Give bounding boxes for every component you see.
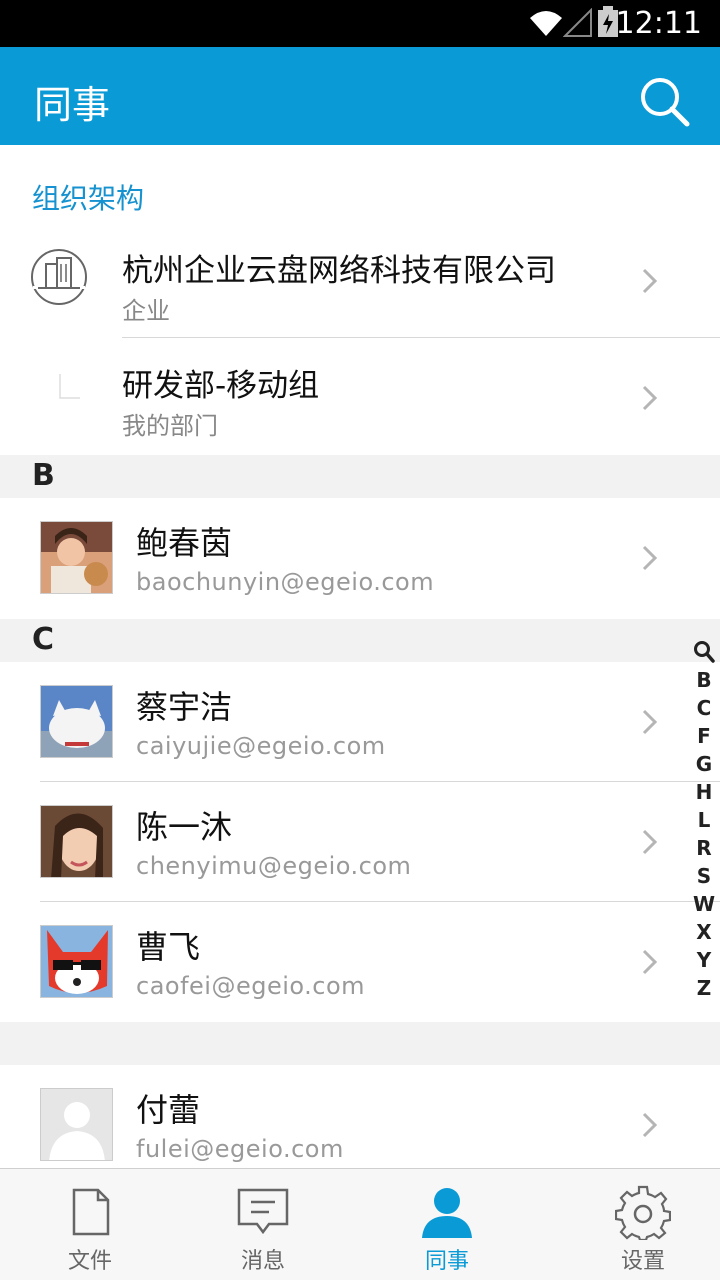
contact-row[interactable]: 蔡宇洁 caiyujie@egeio.com [0,662,720,782]
chevron-right-icon [642,1112,658,1138]
avatar [40,521,113,594]
org-item-company[interactable]: 杭州企业云盘网络科技有限公司 企业 [0,223,720,340]
person-icon [422,1188,472,1238]
contact-email: baochunyin@egeio.com [136,568,435,596]
gear-icon [615,1185,671,1240]
index-letter[interactable]: X [692,918,716,946]
avatar [40,805,113,878]
section-header-f [0,1022,720,1065]
contact-row[interactable]: 陈一沐 chenyimu@egeio.com [0,782,720,902]
chevron-right-icon [642,829,658,855]
chevron-right-icon [642,545,658,571]
chevron-right-icon [642,268,658,294]
wifi-icon [530,11,562,36]
tab-label: 设置 [620,1249,665,1274]
avatar [40,1088,113,1161]
tab-label: 同事 [424,1249,469,1274]
index-letter[interactable]: C [692,694,716,722]
section-header-c: C [0,619,720,662]
section-letter: B [32,458,55,493]
index-search-icon[interactable] [693,640,715,664]
index-letter[interactable]: G [692,750,716,778]
tab-colleagues[interactable]: 同事 [357,1169,537,1280]
index-letter[interactable]: H [692,778,716,806]
bottom-tab-bar: 文件 消息 同事 设置 [0,1168,720,1280]
avatar [40,685,113,758]
contact-row[interactable]: 付蕾 fulei@egeio.com [0,1065,720,1168]
index-letter[interactable]: W [692,890,716,918]
contact-name: 陈一沐 [136,808,233,846]
org-section-title: 组织架构 [32,182,145,215]
contact-name: 蔡宇洁 [136,688,233,726]
section-header-b: B [0,455,720,498]
contact-email: fulei@egeio.com [136,1135,344,1163]
message-icon [237,1188,289,1235]
index-letter[interactable]: F [692,722,716,750]
contact-name: 付蕾 [136,1091,201,1129]
index-letter[interactable]: B [692,666,716,694]
index-letter[interactable]: Z [692,974,716,1002]
org-item-department[interactable]: 研发部-移动组 我的部门 [0,338,720,455]
contact-row[interactable]: 曹飞 caofei@egeio.com [0,902,720,1022]
index-letter[interactable]: L [692,806,716,834]
clock: 12:11 [615,6,702,41]
contact-name: 曹飞 [136,928,201,966]
contact-row[interactable]: 鲍春茵 baochunyin@egeio.com [0,498,720,618]
building-icon [31,249,87,305]
contact-email: caofei@egeio.com [136,972,366,1000]
contact-email: chenyimu@egeio.com [136,852,412,880]
index-letter[interactable]: R [692,834,716,862]
signal-icon [563,8,592,37]
contact-name: 鲍春茵 [136,524,233,562]
page-title: 同事 [34,83,111,127]
tab-messages[interactable]: 消息 [173,1169,353,1280]
tab-files[interactable]: 文件 [0,1169,180,1280]
status-bar: 12:11 [0,0,720,47]
app-bar: 同事 [0,47,720,145]
tab-settings[interactable]: 设置 [553,1169,720,1280]
contacts-list[interactable]: 组织架构 杭州企业云盘网络科技有限公司 企业 研发部-移动组 我的部门 B 鲍春… [0,145,720,1168]
chevron-right-icon [642,709,658,735]
file-icon [72,1188,110,1236]
tab-label: 文件 [67,1249,112,1274]
org-item-subtitle: 企业 [122,297,170,325]
chevron-right-icon [642,949,658,975]
department-icon [59,374,80,399]
org-item-name: 研发部-移动组 [122,368,320,404]
section-letter: C [32,622,55,657]
alphabet-index[interactable]: B C F G H L R S W X Y Z [692,640,716,1002]
chevron-right-icon [642,385,658,411]
index-letter[interactable]: S [692,862,716,890]
search-icon[interactable] [636,73,692,129]
avatar [40,925,113,998]
tab-label: 消息 [240,1249,285,1274]
org-item-name: 杭州企业云盘网络科技有限公司 [122,253,556,289]
contact-email: caiyujie@egeio.com [136,732,386,760]
index-letter[interactable]: Y [692,946,716,974]
org-item-subtitle: 我的部门 [122,412,218,440]
